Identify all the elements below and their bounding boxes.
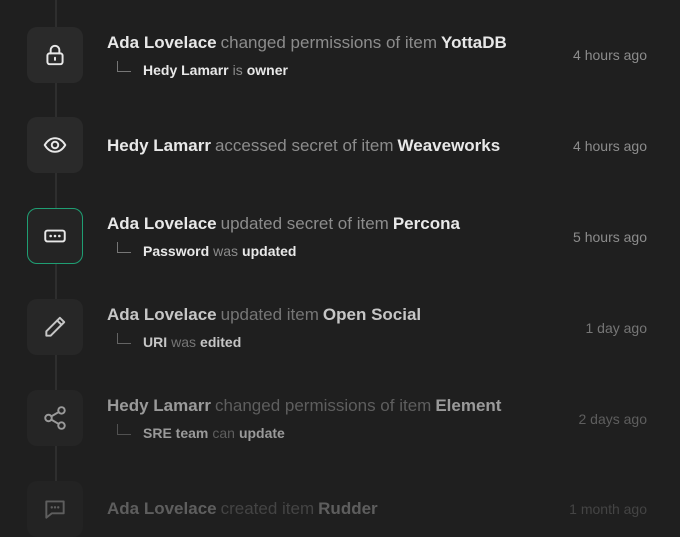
detail-link: was xyxy=(213,243,239,259)
entry-icon-tile xyxy=(27,27,83,83)
detail-value: owner xyxy=(246,62,288,78)
detail-link: is xyxy=(232,62,243,78)
entry-detail: URI was edited xyxy=(117,333,241,351)
detail-subject: Password xyxy=(143,243,210,259)
password-icon xyxy=(44,229,66,243)
entry-timestamp: 2 days ago xyxy=(578,411,648,427)
detail-value: edited xyxy=(200,334,242,350)
entry-summary: Ada Lovelace updated secret of item Percon… xyxy=(107,214,460,234)
entry-timestamp: 4 hours ago xyxy=(573,47,647,63)
entry-detail: Password was updated xyxy=(117,242,297,260)
share-icon xyxy=(44,406,66,430)
action-text: accessed secret of item xyxy=(214,136,394,155)
branch-connector xyxy=(117,424,131,435)
eye-icon xyxy=(43,137,67,153)
entry-icon-tile xyxy=(27,117,83,173)
activity-feed: Ada Lovelace changed permissions of item Y… xyxy=(0,0,680,537)
entry-timestamp: 5 hours ago xyxy=(573,229,647,245)
actor-name[interactable]: Ada Lovelace xyxy=(107,214,217,233)
actor-name[interactable]: Hedy Lamarr xyxy=(107,396,211,415)
item-name[interactable]: Weaveworks xyxy=(398,136,501,155)
entry-icon-tile xyxy=(27,299,83,355)
entry-icon-tile xyxy=(27,390,83,446)
branch-connector xyxy=(117,242,131,253)
detail-subject: URI xyxy=(143,334,168,350)
entry-icon-tile xyxy=(27,208,83,264)
entry-summary: Ada Lovelace changed permissions of item Y… xyxy=(107,33,507,53)
detail-value: update xyxy=(238,425,285,441)
entry-detail: SRE team can update xyxy=(117,424,285,442)
item-name[interactable]: Rudder xyxy=(318,499,378,518)
branch-connector xyxy=(117,61,131,72)
detail-link: can xyxy=(212,425,235,441)
message-icon xyxy=(45,500,65,519)
entry-summary: Hedy Lamarr changed permissions of item El… xyxy=(107,396,501,416)
entry-summary: Hedy Lamarr accessed secret of item Weavew… xyxy=(107,136,500,156)
action-text: created item xyxy=(220,499,315,518)
action-text: updated item xyxy=(220,305,319,324)
action-text: changed permissions of item xyxy=(220,33,437,52)
item-name[interactable]: Element xyxy=(435,396,501,415)
entry-summary: Ada Lovelace updated item Open Social xyxy=(107,305,421,325)
entry-timestamp: 1 month ago xyxy=(569,501,647,517)
actor-name[interactable]: Ada Lovelace xyxy=(107,33,217,52)
detail-value: updated xyxy=(242,243,297,259)
actor-name[interactable]: Ada Lovelace xyxy=(107,305,217,324)
actor-name[interactable]: Ada Lovelace xyxy=(107,499,217,518)
branch-connector xyxy=(117,333,131,344)
entry-timestamp: 4 hours ago xyxy=(573,138,647,154)
detail-subject: SRE team xyxy=(143,425,209,441)
entry-icon-tile xyxy=(27,481,83,537)
entry-summary: Ada Lovelace created item Rudder xyxy=(107,499,378,519)
entry-detail: Hedy Lamarr is owner xyxy=(117,61,288,79)
item-name[interactable]: YottaDB xyxy=(441,33,507,52)
detail-subject: Hedy Lamarr xyxy=(143,62,229,78)
item-name[interactable]: Open Social xyxy=(323,305,421,324)
detail-link: was xyxy=(171,334,197,350)
action-text: changed permissions of item xyxy=(214,396,432,415)
lock-icon xyxy=(46,44,64,66)
entry-timestamp: 1 day ago xyxy=(585,320,648,336)
item-name[interactable]: Percona xyxy=(393,214,460,233)
pencil-icon xyxy=(45,316,66,337)
actor-name[interactable]: Hedy Lamarr xyxy=(107,136,211,155)
action-text: updated secret of item xyxy=(220,214,389,233)
